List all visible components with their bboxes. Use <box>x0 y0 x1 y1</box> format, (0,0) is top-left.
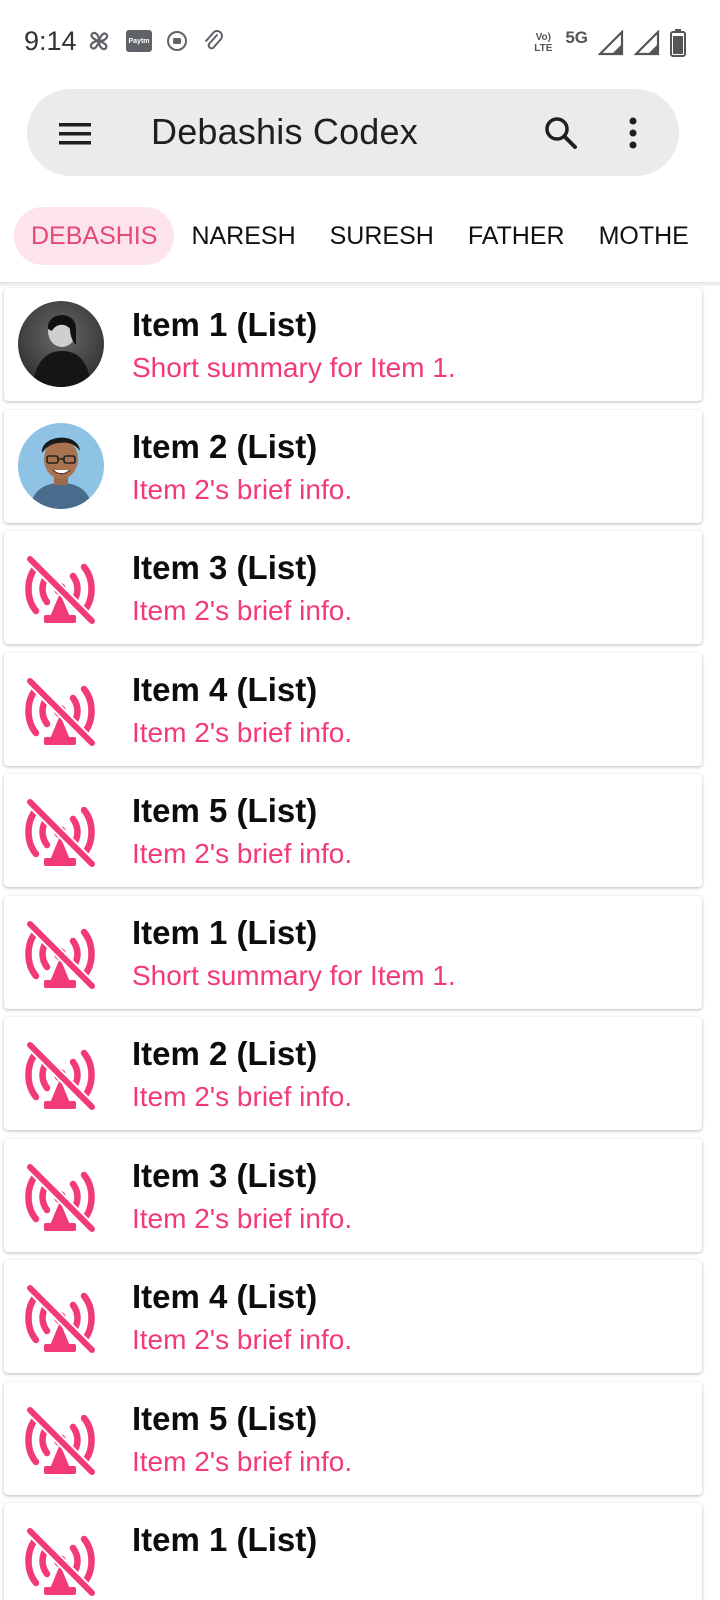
tab-bar: DEBASHIS NARESH SURESH FATHER MOTHE <box>0 206 720 266</box>
list-item[interactable]: Item 5 (List) Item 2's brief info. <box>4 1381 702 1495</box>
app-title: Debashis Codex <box>151 111 418 152</box>
status-right-icons: Vo) LTE 5G <box>531 28 686 58</box>
item-list: Item 1 (List) Short summary for Item 1. It… <box>4 288 702 1600</box>
tab-father[interactable]: FATHER <box>451 207 582 265</box>
more-vertical-icon[interactable] <box>617 113 649 153</box>
attachment-icon <box>202 29 224 53</box>
tabs-divider <box>0 282 720 286</box>
list-item[interactable]: Item 5 (List) Item 2's brief info. <box>4 774 702 887</box>
search-app-bar[interactable]: Debashis Codex <box>27 89 679 176</box>
item-subtitle: Item 2's brief info. <box>132 1445 353 1477</box>
list-item[interactable]: Item 1 (List) Short summary for Item 1. <box>4 895 702 1009</box>
item-title: Item 1 (List) <box>132 1521 318 1558</box>
item-title: Item 1 (List) <box>132 913 318 951</box>
item-title: Item 2 (List) <box>132 1035 318 1072</box>
item-subtitle: Item 2's brief info. <box>132 1202 353 1234</box>
status-left-icons: Paytm <box>86 28 224 54</box>
item-title: Item 3 (List) <box>132 549 318 586</box>
list-item[interactable]: Item 2 (List) Item 2's brief info. <box>4 1017 702 1130</box>
item-title: Item 2 (List) <box>132 427 318 465</box>
list-item[interactable]: Item 1 (List) <box>4 1503 702 1600</box>
no-signal-icon <box>20 549 100 629</box>
item-subtitle: Short summary for Item 1. <box>132 352 456 383</box>
list-item[interactable]: Item 1 (List) Short summary for Item 1. <box>4 288 702 401</box>
item-title: Item 1 (List) <box>132 306 318 343</box>
item-subtitle: Item 2's brief info. <box>132 1324 353 1355</box>
no-signal-icon <box>20 1278 100 1358</box>
tab-naresh[interactable]: NARESH <box>174 207 312 265</box>
no-signal-icon <box>20 1400 100 1480</box>
signal-icon <box>634 30 660 56</box>
avatar <box>18 422 104 509</box>
avatar <box>18 301 104 387</box>
list-item[interactable]: Item 2 (List) Item 2's brief info. <box>4 409 702 523</box>
item-subtitle: Item 2's brief info. <box>132 716 353 748</box>
item-title: Item 4 (List) <box>132 670 318 708</box>
list-item[interactable]: Item 4 (List) Item 2's brief info. <box>4 1260 702 1373</box>
menu-icon[interactable] <box>55 114 95 154</box>
item-title: Item 5 (List) <box>132 792 318 829</box>
item-title: Item 4 (List) <box>132 1278 318 1315</box>
no-signal-icon <box>20 1521 100 1600</box>
item-subtitle: Item 2's brief info. <box>132 473 353 505</box>
tab-debashis[interactable]: DEBASHIS <box>14 207 175 265</box>
tab-suresh[interactable]: SURESH <box>313 207 451 265</box>
no-signal-icon <box>20 671 100 751</box>
item-subtitle: Short summary for Item 1. <box>132 959 456 991</box>
network-type-label: 5G <box>565 28 588 47</box>
no-signal-icon <box>20 1035 100 1115</box>
item-subtitle: Item 2's brief info. <box>132 595 353 626</box>
signal-icon <box>598 30 624 56</box>
record-icon <box>166 30 188 52</box>
no-signal-icon <box>20 914 100 994</box>
tab-mother[interactable]: MOTHE <box>582 207 706 265</box>
volte-indicator: Vo) LTE <box>534 32 553 54</box>
search-icon[interactable] <box>541 113 581 153</box>
paytm-icon: Paytm <box>126 30 152 52</box>
list-item[interactable]: Item 4 (List) Item 2's brief info. <box>4 652 702 766</box>
pinwheel-icon <box>86 28 112 54</box>
list-item[interactable]: Item 3 (List) Item 2's brief info. <box>4 1138 702 1252</box>
item-subtitle: Item 2's brief info. <box>132 838 353 869</box>
status-time: 9:14 <box>24 26 77 56</box>
no-signal-icon <box>20 792 100 872</box>
item-subtitle: Item 2's brief info. <box>132 1081 353 1112</box>
item-title: Item 3 (List) <box>132 1156 318 1194</box>
item-title: Item 5 (List) <box>132 1399 318 1437</box>
status-bar: 9:14 Paytm Vo) LTE 5G <box>0 0 720 86</box>
list-item[interactable]: Item 3 (List) Item 2's brief info. <box>4 531 702 644</box>
no-signal-icon <box>20 1157 100 1237</box>
battery-icon <box>670 29 686 57</box>
